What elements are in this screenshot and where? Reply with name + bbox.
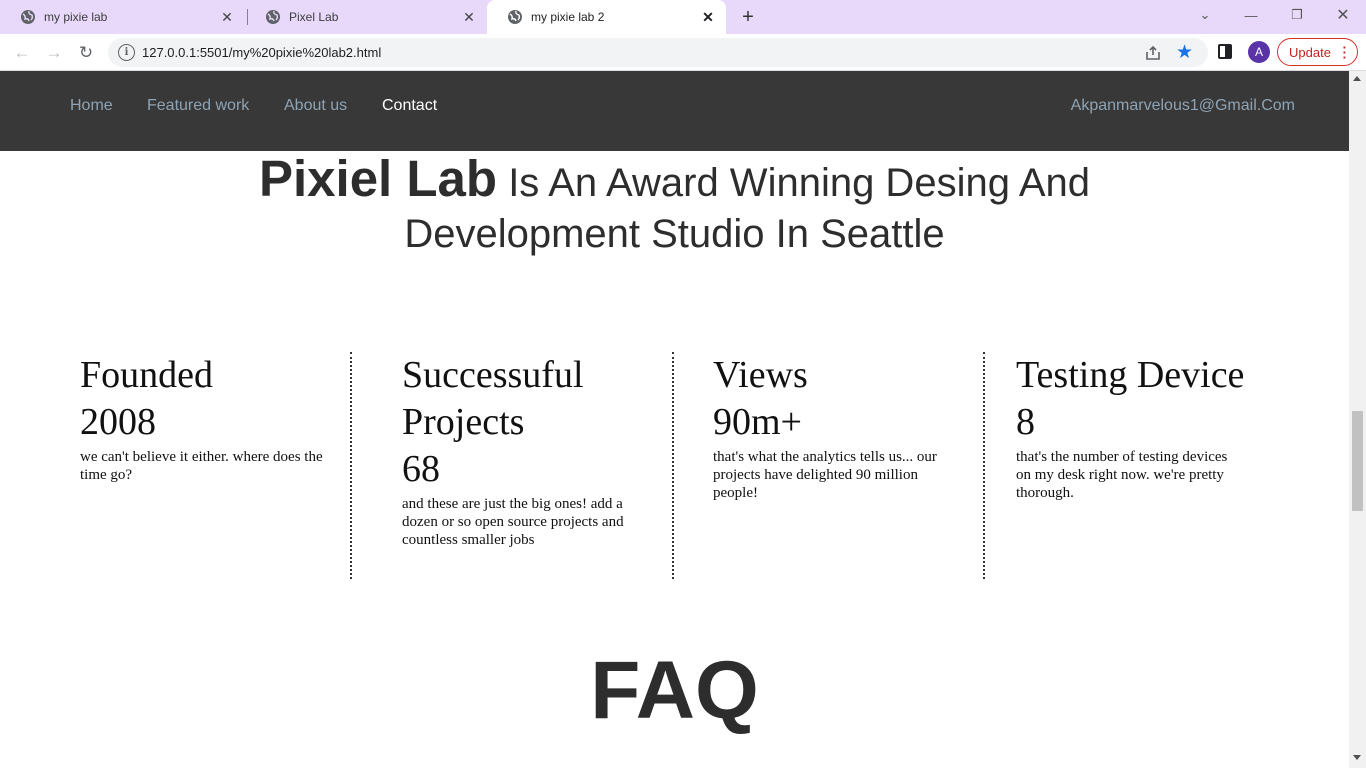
share-icon[interactable] xyxy=(1144,44,1162,62)
address-bar[interactable]: i 127.0.0.1:5501/my%20pixie%20lab2.html … xyxy=(108,38,1208,67)
nav-link-about-us[interactable]: About us xyxy=(284,97,347,115)
globe-icon xyxy=(508,10,522,24)
nav-link-home[interactable]: Home xyxy=(70,97,113,115)
stat-title: Successuful Projects xyxy=(402,354,584,443)
url-text[interactable]: 127.0.0.1:5501/my%20pixie%20lab2.html xyxy=(142,45,381,60)
scroll-down-arrow-icon[interactable] xyxy=(1353,755,1361,760)
tab-my-pixie-lab[interactable]: my pixie lab ✕ xyxy=(0,0,245,34)
hero-text-1: Is An Award Winning Desing And xyxy=(508,161,1091,205)
tab-strip: my pixie lab ✕ Pixel Lab ✕ my pixie lab … xyxy=(0,0,1366,34)
scrollbar-thumb[interactable] xyxy=(1352,411,1363,511)
stat-value: 68 xyxy=(402,448,440,490)
tab-title: my pixie lab xyxy=(44,10,108,24)
contact-email[interactable]: Akpanmarvelous1@Gmail.Com xyxy=(1071,97,1295,115)
stat-value: 2008 xyxy=(80,401,156,443)
close-tab-icon[interactable]: ✕ xyxy=(700,9,716,25)
tab-search-icon[interactable]: ⌄ xyxy=(1182,0,1228,30)
more-menu-icon[interactable]: · · · xyxy=(1343,41,1347,64)
close-tab-icon[interactable]: ✕ xyxy=(461,9,477,25)
minimize-icon[interactable]: — xyxy=(1228,0,1274,30)
update-button[interactable]: Update · · · xyxy=(1277,38,1358,66)
browser-toolbar: ← → ↻ i 127.0.0.1:5501/my%20pixie%20lab2… xyxy=(0,34,1366,71)
profile-avatar[interactable]: A xyxy=(1248,41,1270,63)
stat-description: we can't believe it either. where does t… xyxy=(80,449,323,483)
scroll-up-arrow-icon[interactable] xyxy=(1353,76,1361,81)
page-viewport: Home Featured work About us Contact Akpa… xyxy=(0,71,1349,768)
close-tab-icon[interactable]: ✕ xyxy=(219,9,235,25)
site-navbar: Home Featured work About us Contact Akpa… xyxy=(0,71,1349,151)
stat-title: Testing Device xyxy=(1016,354,1245,396)
stat-title: Founded xyxy=(80,354,213,396)
page-scrollbar[interactable] xyxy=(1349,71,1366,768)
stat-divider xyxy=(672,352,674,579)
site-info-icon[interactable]: i xyxy=(118,44,135,61)
tab-title: Pixel Lab xyxy=(289,10,339,24)
stat-views: Views 90m+ that's what the analytics tel… xyxy=(713,352,957,579)
forward-arrow-icon[interactable]: → xyxy=(42,41,66,65)
close-window-icon[interactable]: ✕ xyxy=(1320,0,1366,30)
reload-icon[interactable]: ↻ xyxy=(74,41,98,65)
brand-name: Pixiel Lab xyxy=(258,150,498,207)
globe-icon xyxy=(266,10,280,24)
stat-description: and these are just the big ones! add a d… xyxy=(402,496,624,548)
stat-testing-device: Testing Device 8 that's the number of te… xyxy=(1016,352,1266,579)
hero-text-2: Development Studio In Seattle xyxy=(404,212,945,256)
stat-description: that's the number of testing devices on … xyxy=(1016,449,1228,501)
hero-heading: Pixiel Lab Is An Award Winning Desing An… xyxy=(0,153,1349,260)
stat-projects: Successuful Projects 68 and these are ju… xyxy=(402,352,642,579)
stat-divider xyxy=(350,352,352,579)
nav-link-contact[interactable]: Contact xyxy=(382,97,437,115)
hero-line-1: Pixiel Lab Is An Award Winning Desing An… xyxy=(0,153,1349,209)
new-tab-button[interactable]: + xyxy=(737,6,759,28)
tab-my-pixie-lab-2[interactable]: my pixie lab 2 ✕ xyxy=(487,0,726,34)
update-label: Update xyxy=(1289,44,1331,60)
restore-icon[interactable]: ❐ xyxy=(1274,0,1320,30)
stats-section: Founded 2008 we can't believe it either.… xyxy=(0,352,1349,579)
globe-icon xyxy=(21,10,35,24)
stat-value: 8 xyxy=(1016,401,1035,443)
stat-divider xyxy=(983,352,985,579)
tab-pixel-lab[interactable]: Pixel Lab ✕ xyxy=(245,0,487,34)
stat-description: that's what the analytics tells us... ou… xyxy=(713,449,937,501)
stat-title: Views xyxy=(713,354,808,396)
bookmark-star-icon[interactable]: ★ xyxy=(1176,41,1193,64)
faq-heading: FAQ xyxy=(590,645,759,736)
tab-title: my pixie lab 2 xyxy=(531,10,605,24)
back-arrow-icon[interactable]: ← xyxy=(10,41,34,65)
nav-link-featured-work[interactable]: Featured work xyxy=(147,97,249,115)
stat-value: 90m+ xyxy=(713,401,802,443)
side-panel-icon[interactable] xyxy=(1218,44,1232,59)
stat-founded: Founded 2008 we can't believe it either.… xyxy=(80,352,342,579)
